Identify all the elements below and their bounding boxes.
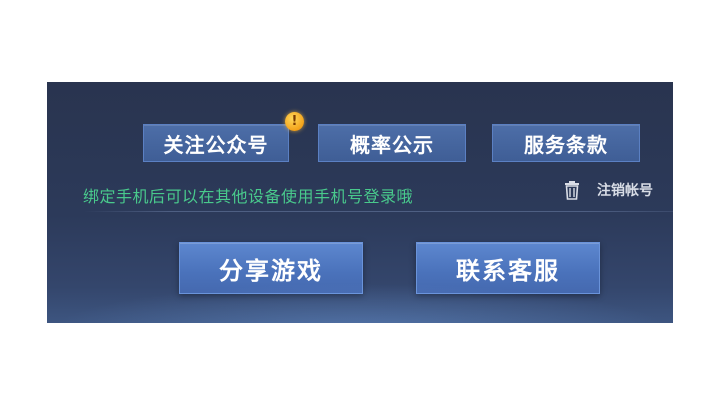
contact-support-button[interactable]: 联系客服	[416, 242, 600, 294]
trash-icon	[565, 181, 579, 200]
divider	[83, 211, 673, 212]
share-game-button[interactable]: 分享游戏	[179, 242, 363, 294]
exclamation-badge-icon: !	[285, 112, 304, 131]
cancel-account-label: 注销帐号	[597, 183, 653, 199]
cancel-account-link[interactable]: 注销帐号	[563, 180, 653, 200]
probability-disclosure-button[interactable]: 概率公示	[318, 124, 466, 162]
bind-phone-hint: 绑定手机后可以在其他设备使用手机号登录哦	[83, 187, 414, 206]
follow-official-account-button[interactable]: 关注公众号	[143, 124, 289, 162]
terms-of-service-button[interactable]: 服务条款	[492, 124, 640, 162]
settings-panel: 关注公众号 ! 概率公示 服务条款 绑定手机后可以在其他设备使用手机号登录哦 注…	[47, 82, 673, 323]
